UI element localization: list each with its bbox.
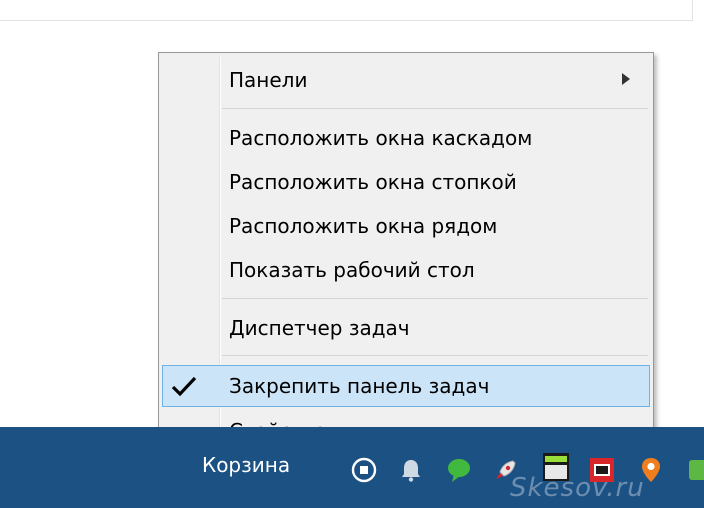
menu-item-label: Закрепить панель задач	[229, 374, 490, 398]
chat-bubble-icon[interactable]	[446, 457, 472, 483]
bell-icon[interactable]	[398, 457, 424, 483]
menu-item-label: Расположить окна стопкой	[229, 170, 517, 194]
submenu-arrow-icon	[622, 73, 630, 85]
menu-item-panels[interactable]: Панели	[162, 59, 650, 101]
menu-item-label: Диспетчер задач	[229, 316, 410, 340]
recycle-bin-label[interactable]: Корзина	[202, 453, 290, 477]
menu-item-label: Панели	[229, 68, 308, 92]
menu-item-lock-taskbar[interactable]: Закрепить панель задач	[162, 365, 650, 407]
record-icon[interactable]	[351, 457, 377, 483]
menu-item-side-by-side[interactable]: Расположить окна рядом	[162, 205, 650, 247]
menu-separator	[222, 298, 648, 299]
menu-separator	[222, 355, 648, 356]
menu-item-cascade[interactable]: Расположить окна каскадом	[162, 117, 650, 159]
menu-item-label: Расположить окна рядом	[229, 214, 498, 238]
taskbar: Корзина Skesov.ru	[0, 427, 704, 508]
menu-item-task-manager[interactable]: Диспетчер задач	[162, 307, 650, 349]
menu-item-label: Показать рабочий стол	[229, 258, 475, 282]
checkmark-icon	[171, 376, 197, 397]
desktop: Панели Расположить окна каскадом Располо…	[0, 0, 704, 508]
menu-separator	[222, 108, 648, 109]
taskbar-context-menu: Панели Расположить окна каскадом Располо…	[158, 52, 654, 456]
menu-item-show-desktop[interactable]: Показать рабочий стол	[162, 249, 650, 291]
watermark: Skesov.ru	[510, 473, 645, 503]
menu-item-stack[interactable]: Расположить окна стопкой	[162, 161, 650, 203]
menu-item-label: Расположить окна каскадом	[229, 126, 533, 150]
app-icon[interactable]	[684, 457, 704, 483]
background-window	[0, 0, 693, 21]
